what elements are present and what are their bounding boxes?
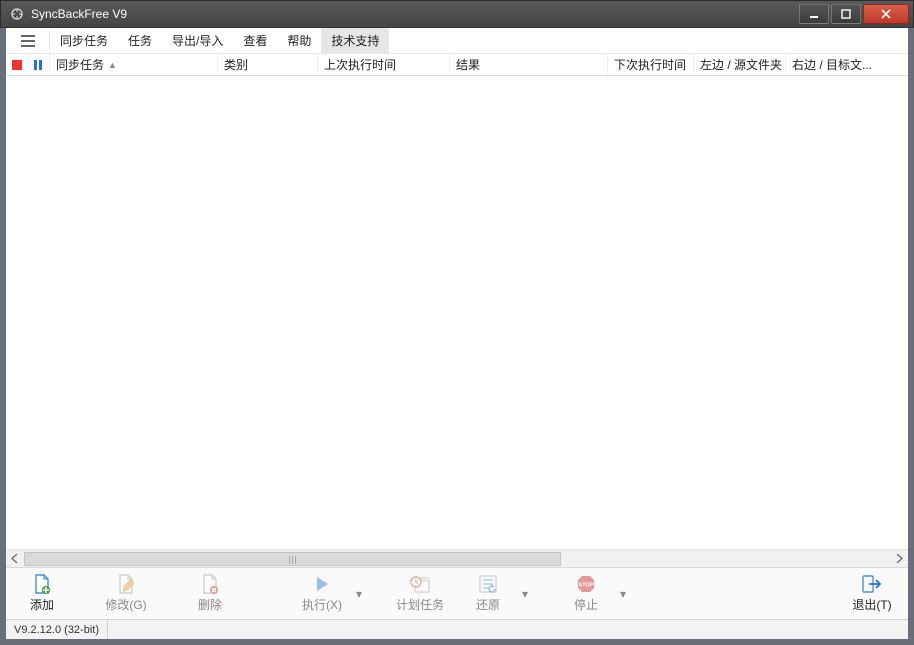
bottom-toolbar: 添加 修改(G) 删除 执行(X) ▾ [6,567,908,619]
add-button[interactable]: 添加 [12,570,72,618]
hamburger-menu-button[interactable] [6,28,50,53]
schedule-button[interactable]: 计划任务 [390,570,450,618]
schedule-label: 计划任务 [396,596,444,613]
pause-icon [34,60,44,70]
scroll-right-arrow-icon[interactable] [891,550,908,567]
column-header-row: 同步任务 ▲ 类别 上次执行时间 结果 下次执行时间 左边 / 源文件夹 右边 … [6,54,908,76]
modify-label: 修改(G) [105,596,146,613]
sort-asc-icon: ▲ [108,60,117,70]
minimize-button[interactable] [799,4,829,24]
app-icon [9,6,25,22]
col-label: 左边 / 源文件夹 [700,56,782,73]
restore-list-icon [477,574,499,594]
stop-dropdown[interactable]: ▾ [616,570,630,618]
col-result[interactable]: 结果 [450,54,608,75]
edit-page-icon [115,574,137,594]
menu-sync-tasks[interactable]: 同步任务 [50,28,118,53]
header-pause-icon[interactable] [28,54,50,75]
modify-button[interactable]: 修改(G) [96,570,156,618]
title-bar: SyncBackFree V9 [0,0,914,28]
col-next-run[interactable]: 下次执行时间 [608,54,694,75]
col-label: 下次执行时间 [614,56,686,73]
add-label: 添加 [30,596,54,613]
run-button[interactable]: 执行(X) [292,570,352,618]
restore-dropdown[interactable]: ▾ [518,570,532,618]
col-label: 结果 [456,56,480,73]
col-label: 上次执行时间 [324,56,396,73]
scroll-left-arrow-icon[interactable] [6,550,23,567]
close-button[interactable] [863,4,909,24]
run-label: 执行(X) [302,596,342,613]
stop-label: 停止 [574,596,598,613]
client-area: 同步任务 任务 导出/导入 查看 帮助 技术支持 同步任务 ▲ 类别 上次执行时… [0,28,914,645]
col-category[interactable]: 类别 [218,54,318,75]
stop-button[interactable]: STOP 停止 [556,570,616,618]
svg-text:STOP: STOP [579,583,594,589]
maximize-button[interactable] [831,4,861,24]
delete-button[interactable]: 删除 [180,570,240,618]
stop-icon [12,60,22,70]
task-grid[interactable] [6,76,908,549]
header-stop-icon[interactable] [6,54,28,75]
play-icon [311,574,333,594]
clock-calendar-icon [409,574,431,594]
status-bar: V9.2.12.0 (32-bit) [6,619,908,639]
delete-page-icon [199,574,221,594]
menu-task[interactable]: 任务 [118,28,162,53]
col-label: 类别 [224,56,248,73]
menu-export-import[interactable]: 导出/导入 [162,28,233,53]
restore-button[interactable]: 还原 [458,570,518,618]
exit-door-icon [861,574,883,594]
status-empty [108,620,908,639]
col-sync-task[interactable]: 同步任务 ▲ [50,54,218,75]
delete-label: 删除 [198,596,222,613]
run-dropdown[interactable]: ▾ [352,570,366,618]
col-label: 同步任务 [56,56,104,73]
window-controls [799,4,911,24]
horizontal-scrollbar[interactable] [6,549,908,567]
menu-support[interactable]: 技术支持 [321,28,389,53]
menu-view[interactable]: 查看 [233,28,277,53]
col-last-run[interactable]: 上次执行时间 [318,54,450,75]
exit-button[interactable]: 退出(T) [842,570,902,618]
scroll-track[interactable] [24,552,890,566]
version-cell: V9.2.12.0 (32-bit) [6,620,108,639]
menu-bar: 同步任务 任务 导出/导入 查看 帮助 技术支持 [6,28,908,54]
col-label: 右边 / 目标文... [792,56,872,73]
stop-sign-icon: STOP [575,574,597,594]
add-page-icon [31,574,53,594]
scroll-thumb[interactable] [24,552,561,566]
restore-label: 还原 [476,596,500,613]
window-title: SyncBackFree V9 [31,7,799,21]
col-right-dest[interactable]: 右边 / 目标文... [786,54,908,75]
exit-label: 退出(T) [852,596,891,613]
col-left-source[interactable]: 左边 / 源文件夹 [694,54,786,75]
menu-help[interactable]: 帮助 [277,28,321,53]
